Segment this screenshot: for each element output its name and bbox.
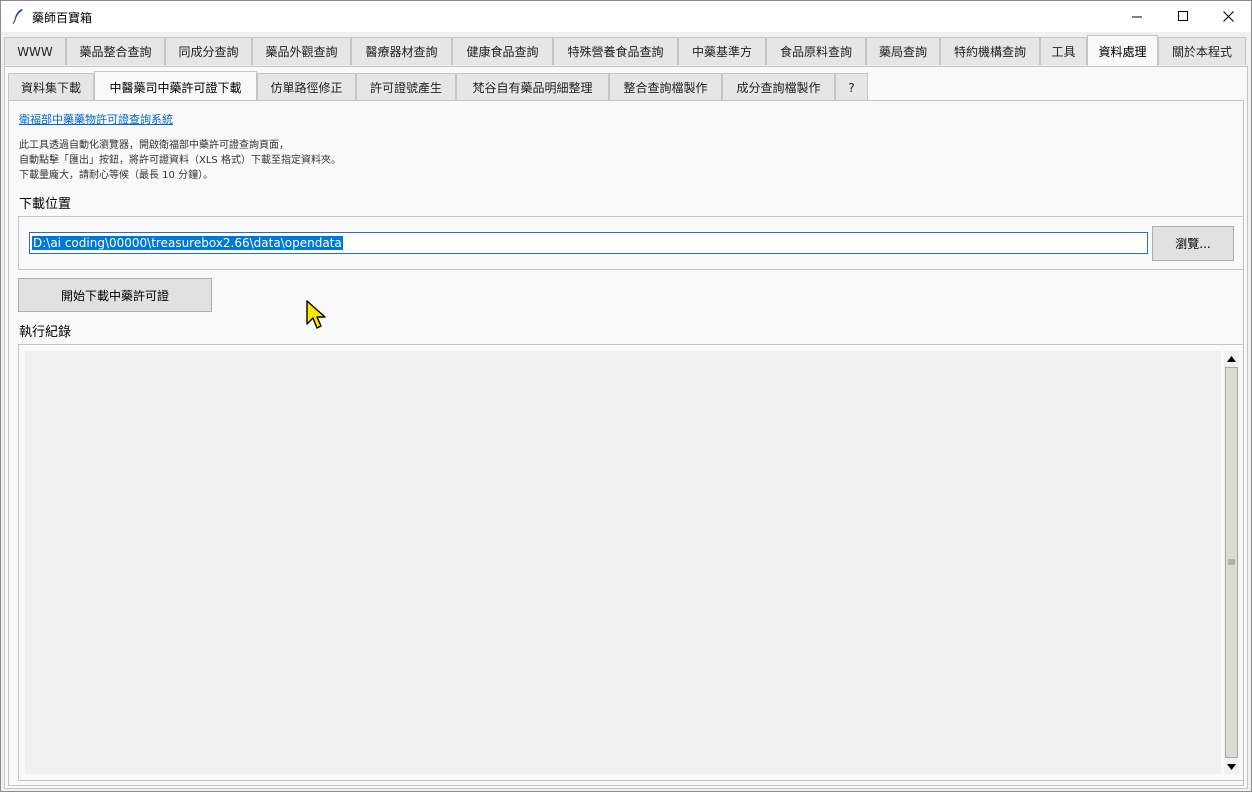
scrollbar-thumb[interactable] xyxy=(1225,367,1238,758)
tab-tools[interactable]: 工具 xyxy=(1040,37,1087,65)
title-bar: 藥師百寶箱 xyxy=(1,1,1251,32)
tab-tcm-base-formula[interactable]: 中藥基準方 xyxy=(678,37,766,65)
tab-contracted-institution-search[interactable]: 特約機構查詢 xyxy=(940,37,1040,65)
close-icon xyxy=(1222,11,1234,22)
download-path-input[interactable]: D:\ai coding\00000\treasurebox2.66\data\… xyxy=(29,232,1148,254)
window-title: 藥師百寶箱 xyxy=(32,11,93,25)
tab-medical-device-search[interactable]: 醫療器材查詢 xyxy=(351,37,452,65)
tab-health-food-search[interactable]: 健康食品查詢 xyxy=(452,37,553,65)
feather-icon xyxy=(11,8,25,24)
tab-van-gogh-drug-list[interactable]: 梵谷自有藥品明細整理 xyxy=(456,73,609,101)
tab-tcm-license-download[interactable]: 中醫藥司中藥許可證下載 xyxy=(94,71,257,103)
log-label: 執行紀錄 xyxy=(19,325,72,340)
download-location-label: 下載位置 xyxy=(19,197,72,212)
tcm-license-query-link[interactable]: 衛福部中藥藥物許可證查詢系統 xyxy=(19,111,173,127)
tcm-license-download-panel: 衛福部中藥藥物許可證查詢系統 此工具透過自動化瀏覽器，開啟衛福部中藥許可證查詢頁… xyxy=(8,100,1244,786)
tab-license-number-generate[interactable]: 許可證號產生 xyxy=(356,73,456,101)
description-line: 下載量龐大，請耐心等候（最長 10 分鐘）。 xyxy=(19,170,214,181)
app-window: 藥師百寶箱 WWW 藥品整合查詢 同成分查詢 藥品外觀查詢 醫療器材查詢 健康食… xyxy=(0,0,1252,792)
tab-leaflet-path-fix[interactable]: 仿單路徑修正 xyxy=(257,73,356,101)
tab-drug-appearance-search[interactable]: 藥品外觀查詢 xyxy=(252,37,351,65)
download-path-value: D:\ai coding\00000\treasurebox2.66\data\… xyxy=(32,236,343,250)
tab-special-nutrition-search[interactable]: 特殊營養食品查詢 xyxy=(553,37,678,65)
description-text: 此工具透過自動化瀏覽器，開啟衛福部中藥許可證查詢頁面， 自動點擊「匯出」按鈕，將… xyxy=(19,138,341,183)
maximize-icon xyxy=(1177,11,1188,21)
mouse-cursor-icon xyxy=(306,300,328,335)
tab-integrated-file-build[interactable]: 整合查詢檔製作 xyxy=(609,73,722,101)
sub-tab-bar: 資料集下載 中醫藥司中藥許可證下載 仿單路徑修正 許可證號產生 梵谷自有藥品明細… xyxy=(8,70,1244,103)
minimize-icon xyxy=(1132,16,1142,17)
tab-ingredient-file-build[interactable]: 成分查詢檔製作 xyxy=(722,73,835,101)
tab-help[interactable]: ? xyxy=(835,73,868,101)
start-download-button[interactable]: 開始下載中藥許可證 xyxy=(18,278,212,312)
tab-data-processing[interactable]: 資料處理 xyxy=(1087,35,1158,67)
log-scrollbar[interactable] xyxy=(1224,351,1239,774)
grip-icon xyxy=(1228,559,1235,565)
log-frame xyxy=(18,344,1244,781)
tab-drug-integrated-search[interactable]: 藥品整合查詢 xyxy=(66,37,165,65)
scroll-up-arrow-icon[interactable] xyxy=(1224,351,1239,366)
download-location-frame: D:\ai coding\00000\treasurebox2.66\data\… xyxy=(18,216,1244,270)
data-processing-panel: 資料集下載 中醫藥司中藥許可證下載 仿單路徑修正 許可證號產生 梵谷自有藥品明細… xyxy=(4,66,1248,789)
close-button[interactable] xyxy=(1205,1,1251,32)
tab-www[interactable]: WWW xyxy=(4,37,66,65)
tab-about[interactable]: 關於本程式 xyxy=(1158,37,1246,65)
maximize-button[interactable] xyxy=(1160,1,1206,32)
tab-pharmacy-search[interactable]: 藥局查詢 xyxy=(866,37,940,65)
description-line: 自動點擊「匯出」按鈕，將許可證資料（XLS 格式）下載至指定資料夾。 xyxy=(19,155,341,166)
tab-food-ingredient-search[interactable]: 食品原料查詢 xyxy=(766,37,866,65)
description-line: 此工具透過自動化瀏覽器，開啟衛福部中藥許可證查詢頁面， xyxy=(19,140,289,151)
tab-same-ingredient-search[interactable]: 同成分查詢 xyxy=(165,37,252,65)
log-textarea[interactable] xyxy=(25,351,1221,774)
tab-dataset-download[interactable]: 資料集下載 xyxy=(8,73,94,101)
browse-button[interactable]: 瀏覽... xyxy=(1152,226,1234,261)
minimize-button[interactable] xyxy=(1114,1,1160,32)
main-tab-bar: WWW 藥品整合查詢 同成分查詢 藥品外觀查詢 醫療器材查詢 健康食品查詢 特殊… xyxy=(4,35,1248,67)
scroll-down-arrow-icon[interactable] xyxy=(1224,759,1239,774)
